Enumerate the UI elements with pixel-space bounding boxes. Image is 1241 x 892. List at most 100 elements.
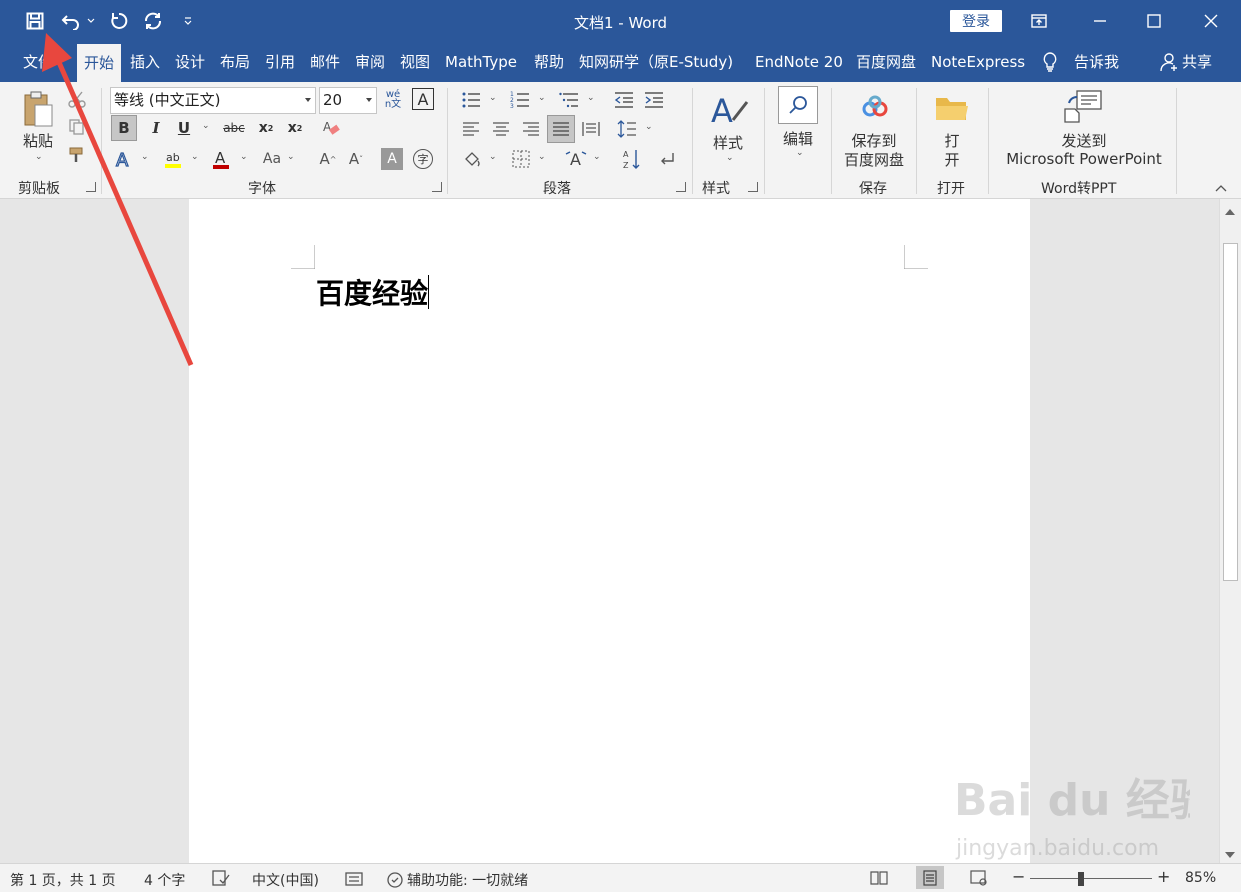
shrink-font-icon[interactable]: Aˇ xyxy=(344,146,368,172)
zoom-slider-track[interactable] xyxy=(1030,878,1152,879)
justify-icon[interactable] xyxy=(547,115,575,143)
send-to-ppt-line1[interactable]: 发送到 xyxy=(1002,130,1166,150)
shading-dropdown-icon[interactable]: ⌄ xyxy=(489,152,497,162)
highlight-dropdown-icon[interactable]: ⌄ xyxy=(191,152,199,162)
chinese-layout-icon[interactable]: A xyxy=(563,146,589,172)
paste-label[interactable]: 粘贴 xyxy=(16,130,60,150)
zoom-in-icon[interactable]: + xyxy=(1157,867,1170,886)
tab-baidu-netdisk[interactable]: 百度网盘 xyxy=(856,42,916,82)
bullets-icon[interactable] xyxy=(459,88,483,112)
read-mode-icon[interactable] xyxy=(870,870,888,890)
shading-icon[interactable] xyxy=(459,146,485,172)
show-formatting-marks-icon[interactable] xyxy=(654,146,680,172)
paste-dropdown-icon[interactable]: ⌄ xyxy=(35,152,43,162)
proofing-icon[interactable] xyxy=(212,870,230,890)
print-layout-icon[interactable] xyxy=(916,866,944,889)
paragraph-launcher-icon[interactable] xyxy=(676,182,686,192)
change-case-button[interactable]: Aa xyxy=(258,146,286,172)
minimize-icon[interactable] xyxy=(1077,0,1123,42)
tab-file[interactable]: 文件 xyxy=(23,42,53,82)
sort-icon[interactable]: AZ xyxy=(619,146,645,172)
language-status[interactable]: 中文(中国) xyxy=(252,870,319,890)
share-button[interactable]: 共享 xyxy=(1160,42,1212,82)
distributed-icon[interactable] xyxy=(579,117,603,141)
chinese-layout-dropdown-icon[interactable]: ⌄ xyxy=(593,152,601,162)
tab-mathtype[interactable]: MathType xyxy=(445,42,517,82)
cut-icon[interactable] xyxy=(66,88,88,110)
scroll-up-icon[interactable] xyxy=(1224,204,1236,220)
page-count[interactable]: 第 1 页，共 1 页 xyxy=(10,870,116,890)
clear-formatting-icon[interactable]: A xyxy=(318,115,344,141)
align-right-icon[interactable] xyxy=(519,117,543,141)
tab-mailings[interactable]: 邮件 xyxy=(310,42,340,82)
paste-icon[interactable] xyxy=(18,88,58,130)
superscript-icon[interactable]: x2 xyxy=(283,115,307,141)
font-launcher-icon[interactable] xyxy=(432,182,442,192)
font-color-icon[interactable]: A xyxy=(208,146,234,172)
phonetic-guide-icon[interactable]: wén文 xyxy=(381,88,405,112)
font-name-select[interactable]: 等线 (中文正文) xyxy=(110,87,316,114)
send-to-ppt-line2[interactable]: Microsoft PowerPoint xyxy=(1000,149,1168,169)
align-center-icon[interactable] xyxy=(489,117,513,141)
close-icon[interactable] xyxy=(1188,0,1234,42)
highlight-icon[interactable]: ab xyxy=(160,146,186,172)
maximize-icon[interactable] xyxy=(1131,0,1177,42)
enclose-characters-icon[interactable]: 字 xyxy=(411,146,435,172)
tab-references[interactable]: 引用 xyxy=(265,42,295,82)
redo-icon[interactable] xyxy=(106,8,132,34)
bold-button[interactable]: B xyxy=(111,115,137,141)
tab-design[interactable]: 设计 xyxy=(175,42,205,82)
increase-indent-icon[interactable] xyxy=(642,88,666,112)
tab-review[interactable]: 审阅 xyxy=(355,42,385,82)
customize-toolbar-icon[interactable] xyxy=(178,8,198,34)
accessibility-status[interactable]: 辅助功能: 一切就绪 xyxy=(386,870,528,890)
borders-icon[interactable] xyxy=(508,146,534,172)
strikethrough-button[interactable]: abc xyxy=(220,115,248,141)
macro-record-icon[interactable] xyxy=(345,870,363,890)
tab-insert[interactable]: 插入 xyxy=(130,42,160,82)
zoom-out-icon[interactable]: − xyxy=(1012,867,1025,886)
subscript-icon[interactable]: x2 xyxy=(254,115,278,141)
character-shading-icon[interactable]: A xyxy=(381,148,403,170)
grow-font-icon[interactable]: A ^ xyxy=(316,146,340,172)
document-page[interactable]: 百度经验 xyxy=(189,199,1030,863)
save-to-baidu-line2[interactable]: 百度网盘 xyxy=(838,149,910,169)
baidu-netdisk-icon[interactable] xyxy=(858,92,892,122)
numbering-icon[interactable]: 123 xyxy=(508,88,532,112)
document-body-text[interactable]: 百度经验 xyxy=(316,272,430,312)
decrease-indent-icon[interactable] xyxy=(612,88,636,112)
editing-label[interactable]: 编辑 xyxy=(776,128,820,148)
bullets-dropdown-icon[interactable]: ⌄ xyxy=(489,93,497,103)
scrollbar-thumb[interactable] xyxy=(1223,243,1238,581)
tab-help[interactable]: 帮助 xyxy=(534,42,564,82)
tell-me[interactable]: 告诉我 xyxy=(1042,42,1119,82)
open-folder-icon[interactable] xyxy=(932,92,972,124)
scroll-down-icon[interactable] xyxy=(1224,847,1236,863)
multilevel-dropdown-icon[interactable]: ⌄ xyxy=(587,93,595,103)
zoom-level[interactable]: 85% xyxy=(1185,870,1216,886)
numbering-dropdown-icon[interactable]: ⌄ xyxy=(538,93,546,103)
tab-endnote[interactable]: EndNote 20 xyxy=(755,42,843,82)
save-to-baidu-line1[interactable]: 保存到 xyxy=(838,130,910,150)
styles-icon[interactable]: A xyxy=(707,88,751,132)
format-painter-icon[interactable] xyxy=(66,144,88,166)
multilevel-list-icon[interactable] xyxy=(557,88,581,112)
text-effects-dropdown-icon[interactable]: ⌄ xyxy=(141,152,149,162)
styles-label[interactable]: 样式 xyxy=(705,132,751,152)
send-to-powerpoint-icon[interactable] xyxy=(1062,88,1104,124)
italic-button[interactable]: I xyxy=(144,115,168,141)
line-spacing-icon[interactable] xyxy=(615,117,639,141)
tab-noteexpress[interactable]: NoteExpress xyxy=(931,42,1025,82)
underline-dropdown-icon[interactable]: ⌄ xyxy=(202,121,210,131)
tab-layout[interactable]: 布局 xyxy=(220,42,250,82)
text-effects-icon[interactable]: A xyxy=(111,146,137,172)
borders-dropdown-icon[interactable]: ⌄ xyxy=(538,152,546,162)
word-count[interactable]: 4 个字 xyxy=(144,870,185,890)
undo-icon[interactable] xyxy=(58,8,84,34)
tab-estudy[interactable]: 知网研学（原E-Study) xyxy=(579,42,733,82)
copy-icon[interactable] xyxy=(66,116,88,138)
save-icon[interactable] xyxy=(22,8,48,34)
login-button[interactable]: 登录 xyxy=(950,10,1002,32)
align-left-icon[interactable] xyxy=(459,117,483,141)
editing-dropdown-icon[interactable]: ⌄ xyxy=(796,148,804,158)
